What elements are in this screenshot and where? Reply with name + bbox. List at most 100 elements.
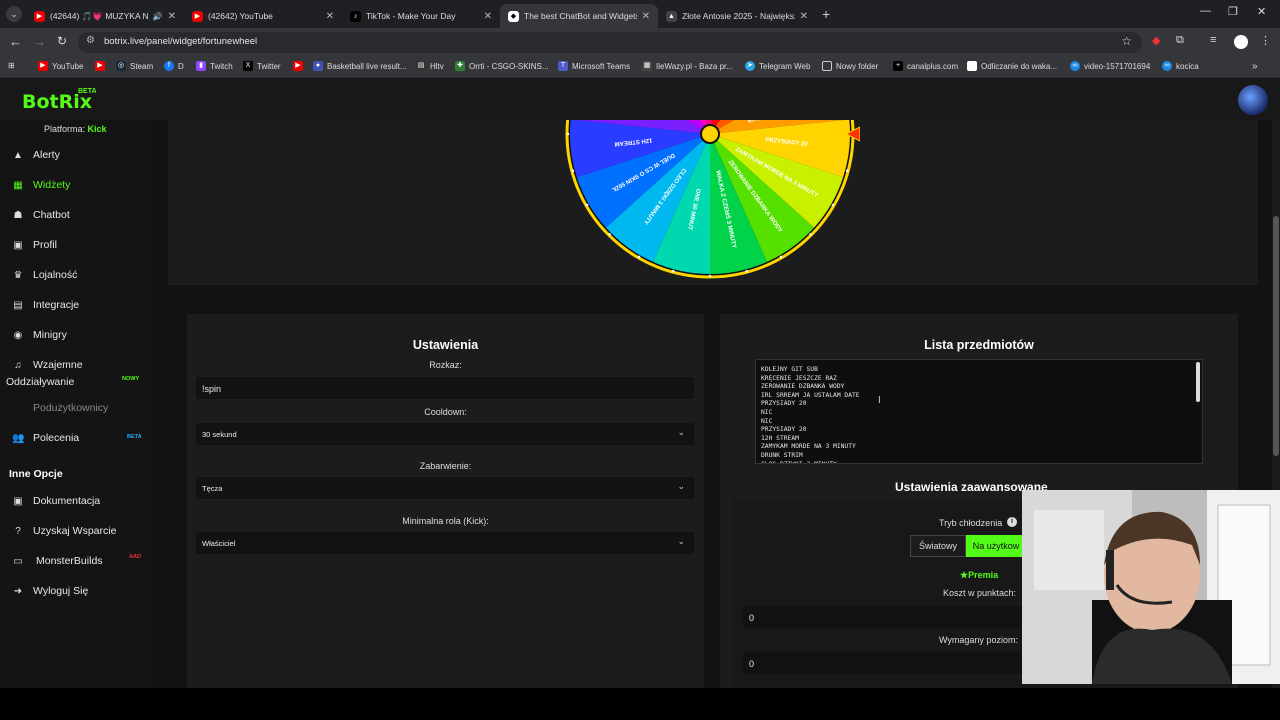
sidebar-item-minigry[interactable]: ◉ Minigry (12, 329, 67, 341)
youtube-icon: ▶ (192, 10, 203, 22)
bookmark[interactable]: ▮ Twitch (196, 61, 233, 71)
wheel-rim-dot (845, 169, 849, 173)
bookmark[interactable]: ▶ YouTube (38, 61, 83, 71)
bookmark[interactable]: ➤ Telegram Web (745, 61, 810, 71)
profile-icon[interactable] (1234, 35, 1248, 49)
site-info-icon[interactable]: ⚙ (86, 35, 95, 46)
bookmark[interactable]: ∞ video-1571701694 (1070, 61, 1150, 71)
bookmark[interactable]: ▦ IleWazy.pl - Baza pr... (642, 61, 733, 71)
wheel-rim-dot (779, 255, 783, 259)
sidebar-item-wsparcie[interactable]: ? Uzyskaj Wsparcie (12, 525, 116, 537)
close-window-icon[interactable]: ✕ (1257, 5, 1266, 18)
bookmark[interactable]: Odliczanie do waka... (967, 61, 1057, 71)
youtube-icon: ▶ (34, 10, 45, 22)
user-cooldown-option[interactable]: Na użytkow (966, 535, 1026, 557)
extensions-puzzle-icon[interactable]: ⧉ (1176, 34, 1184, 47)
color-select[interactable]: Tęcza ⌄ (196, 477, 694, 499)
sidebar-item-integracje[interactable]: ▤ Integracje (12, 299, 79, 311)
chevron-down-icon: ⌄ (677, 427, 685, 437)
color-label: Zabarwienie: (419, 461, 472, 471)
robot-icon: ☗ (13, 209, 23, 221)
speaker-icon[interactable]: 🔊 (153, 12, 163, 21)
sidebar-item-lojalnosc[interactable]: ♛ Lojalność (12, 269, 78, 281)
bookmark-folder[interactable]: Nowy folder (822, 61, 878, 71)
bookmark[interactable]: + canalplus.com (893, 61, 958, 71)
bookmark[interactable]: ▶ (293, 61, 303, 71)
sidebar-item-poduzytkownicy[interactable]: Podużytkownicy (33, 402, 108, 414)
info-icon[interactable]: i (1007, 517, 1017, 527)
bookmark[interactable]: T Microsoft Teams (558, 61, 630, 71)
forward-icon[interactable]: → (33, 34, 46, 49)
bookmark[interactable]: ◎ Steam (116, 61, 153, 71)
tab-search-button[interactable]: ⌄ (6, 6, 22, 22)
reload-icon[interactable]: ↻ (57, 34, 67, 48)
sidebar-item-wzajemne[interactable]: ♫ Wzajemne (12, 359, 82, 371)
id-card-icon: ▣ (13, 239, 23, 251)
fortune-wheel[interactable]: KOLEJNY GIT SUBIRL SRREAM JA USTALAM DAT… (560, 120, 860, 280)
level-input[interactable]: 0 (743, 652, 1033, 674)
youtube-icon: ▶ (293, 61, 303, 71)
chevron-down-icon: ⌄ (677, 536, 685, 546)
browser-tab-active[interactable]: ◆ The best ChatBot and Widgets ✕ (500, 4, 658, 28)
maximize-icon[interactable]: ❐ (1228, 5, 1238, 18)
wheel-rim-dot (637, 255, 641, 259)
sidebar-item-profil[interactable]: ▣ Profil (12, 239, 57, 251)
items-list-title: Lista przedmiotów (924, 338, 1034, 352)
textarea-scrollbar[interactable] (1196, 362, 1200, 402)
more-bookmarks-icon[interactable]: » (1252, 61, 1258, 72)
global-cooldown-option[interactable]: Światowy (910, 535, 966, 557)
warning-icon: ▲ (13, 149, 23, 161)
bookmark[interactable]: fD (164, 61, 184, 71)
address-bar[interactable]: ⚙ botrix.live/panel/widget/fortunewheel … (78, 32, 1142, 53)
wheel-rim-dot (745, 269, 749, 273)
cooldown-label: Cooldown: (424, 407, 467, 417)
bookmark[interactable]: ● Basketball live result... (313, 61, 407, 71)
users-icon: 👥 (12, 432, 25, 444)
sidebar-item-polecenia[interactable]: 👥 Polecenia (12, 432, 79, 444)
menu-icon[interactable]: ⋮ (1260, 34, 1271, 47)
extension-icon[interactable]: ◆ (1152, 34, 1160, 47)
youtube-icon: ▶ (38, 61, 48, 71)
sidebar-item-alerty[interactable]: ▲ Alerty (12, 149, 60, 161)
browser-tab[interactable]: ▲ Złote Antosie 2025 - Największ ✕ (658, 4, 816, 28)
sidebar-item-monsterbuilds[interactable]: ▭ MonsterBuilds (12, 555, 102, 567)
scrollbar-thumb[interactable] (1273, 216, 1279, 456)
browser-tab[interactable]: ▶ (42644) 🎵💗 MUZYKA NA 🔊 ✕ (26, 4, 184, 28)
url-text[interactable]: botrix.live/panel/widget/fortunewheel (104, 36, 257, 47)
sidebar-item-wyloguj[interactable]: ➜ Wyloguj Się (12, 585, 89, 597)
close-tab-icon[interactable]: ✕ (326, 11, 334, 22)
bookmark-star-icon[interactable]: ☆ (1121, 34, 1132, 48)
back-icon[interactable]: ← (9, 34, 22, 49)
new-tab-icon[interactable]: + (822, 6, 830, 22)
items-textarea[interactable]: KOLEJNY GIT SUB KRĘCENIE JESZCZE RAZ ZER… (755, 359, 1203, 464)
media-controls-icon[interactable]: ≡ (1210, 34, 1216, 46)
kocica-icon: ∞ (1162, 61, 1172, 71)
sidebar-item-widzety[interactable]: ▦ Widżety (12, 179, 70, 191)
minimize-icon[interactable]: — (1200, 5, 1211, 17)
platform-indicator: Platforma: Kick (44, 124, 107, 134)
bookmark[interactable]: ▤ Hltv (416, 61, 444, 71)
close-tab-icon[interactable]: ✕ (800, 11, 808, 22)
bookmark[interactable]: X Twitter (243, 61, 281, 71)
apps-icon[interactable]: ⊞ (8, 61, 15, 70)
close-tab-icon[interactable]: ✕ (168, 11, 176, 22)
bookmark[interactable]: ✚ Orrti - CSGO-SKINS... (455, 61, 549, 71)
sidebar-item-dokumentacja[interactable]: ▣ Dokumentacja (12, 495, 100, 507)
close-tab-icon[interactable]: ✕ (642, 11, 650, 22)
csgo-skins-icon: ✚ (455, 61, 465, 71)
grid-icon: ▦ (13, 179, 23, 191)
bookmark[interactable]: ▶ (95, 61, 105, 71)
command-label: Rozkaz: (429, 360, 462, 370)
cooldown-select[interactable]: 30 sekund ⌄ (196, 423, 694, 445)
close-tab-icon[interactable]: ✕ (484, 11, 492, 22)
sidebar-item-wzajemne-line2[interactable]: Oddziaływanie (6, 376, 74, 388)
music-icon: ♫ (14, 359, 22, 371)
sidebar-item-chatbot[interactable]: ☗ Chatbot (12, 209, 70, 221)
cost-input[interactable]: 0 (743, 606, 1033, 628)
browser-tab[interactable]: ♪ TikTok - Make Your Day ✕ (342, 4, 500, 28)
browser-tab[interactable]: ▶ (42642) YouTube ✕ (184, 4, 342, 28)
role-select[interactable]: Właściciel ⌄ (196, 532, 694, 554)
user-avatar[interactable] (1238, 85, 1268, 115)
bookmark[interactable]: ∞ kocica (1162, 61, 1199, 71)
command-input[interactable]: !spin (196, 377, 694, 399)
